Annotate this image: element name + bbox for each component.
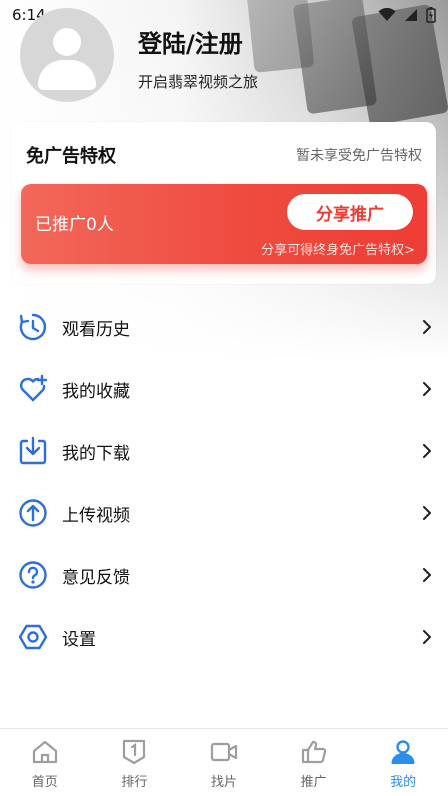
nav-mine[interactable]: 我的 — [358, 729, 448, 796]
profile-text: 登陆/注册 开启翡翠视频之旅 — [138, 24, 258, 92]
chevron-right-icon — [423, 320, 431, 334]
promoted-count: 已推广0人 — [35, 215, 114, 235]
home-icon — [31, 739, 59, 765]
ranking-icon — [120, 739, 148, 765]
menu-item-history[interactable]: 观看历史 — [0, 296, 448, 358]
menu-item-label: 我的收藏 — [62, 381, 130, 402]
login-register-link[interactable]: 登陆/注册 — [138, 24, 258, 59]
nav-label: 推广 — [300, 775, 327, 790]
nav-home[interactable]: 首页 — [0, 729, 90, 796]
chevron-right-icon — [423, 630, 431, 644]
avatar-head-shape — [53, 28, 81, 56]
question-icon — [18, 560, 48, 590]
menu-item-settings[interactable]: 设置 — [0, 606, 448, 668]
menu-item-downloads[interactable]: 我的下载 — [0, 420, 448, 482]
thumbs-up-icon — [300, 739, 328, 765]
history-icon — [18, 312, 48, 342]
nav-find-video[interactable]: 找片 — [179, 729, 269, 796]
wifi-icon — [378, 8, 396, 21]
menu-item-label: 观看历史 — [62, 319, 130, 340]
nav-label: 排行 — [121, 775, 148, 790]
signal-icon — [405, 9, 417, 21]
menu-list: 观看历史 我的收藏 我的下载 上传视频 意见反馈 设置 — [0, 296, 448, 668]
menu-item-label: 我的下载 — [62, 443, 130, 464]
download-icon — [18, 436, 48, 466]
menu-item-upload[interactable]: 上传视频 — [0, 482, 448, 544]
adfree-card-header: 免广告特权 暂未享受免广告特权 — [12, 122, 436, 168]
video-camera-icon — [210, 739, 238, 765]
profile-header[interactable]: 登陆/注册 开启翡翠视频之旅 — [20, 8, 258, 102]
avatar-body-shape — [38, 60, 96, 90]
status-icons — [378, 7, 436, 23]
adfree-title: 免广告特权 — [26, 146, 116, 167]
profile-subtitle: 开启翡翠视频之旅 — [138, 73, 259, 91]
promo-hint-link[interactable]: 分享可得终身免广告特权> — [261, 239, 415, 258]
adfree-status: 暂未享受免广告特权 — [296, 148, 422, 164]
menu-item-label: 上传视频 — [62, 505, 130, 526]
battery-icon — [426, 7, 436, 23]
menu-item-label: 意见反馈 — [62, 567, 130, 588]
settings-icon — [18, 622, 48, 652]
chevron-right-icon — [423, 568, 431, 582]
share-promote-button[interactable]: 分享推广 — [287, 194, 413, 230]
chevron-right-icon — [423, 444, 431, 458]
avatar[interactable] — [20, 8, 114, 102]
chevron-right-icon — [423, 506, 431, 520]
menu-item-label: 设置 — [62, 629, 96, 650]
upload-icon — [18, 498, 48, 528]
nav-label: 我的 — [390, 775, 417, 790]
nav-label: 首页 — [31, 775, 58, 790]
menu-item-favorites[interactable]: 我的收藏 — [0, 358, 448, 420]
menu-item-feedback[interactable]: 意见反馈 — [0, 544, 448, 606]
promo-banner[interactable]: 已推广0人 分享推广 分享可得终身免广告特权> — [21, 184, 427, 264]
bottom-nav: 首页 排行 找片 推广 我的 — [0, 728, 448, 796]
adfree-card: 免广告特权 暂未享受免广告特权 已推广0人 分享推广 分享可得终身免广告特权> — [12, 122, 436, 284]
nav-promote[interactable]: 推广 — [269, 729, 359, 796]
person-icon — [389, 739, 417, 765]
chevron-right-icon — [423, 382, 431, 396]
nav-label: 找片 — [210, 775, 237, 790]
heart-plus-icon — [18, 374, 48, 404]
nav-ranking[interactable]: 排行 — [90, 729, 180, 796]
